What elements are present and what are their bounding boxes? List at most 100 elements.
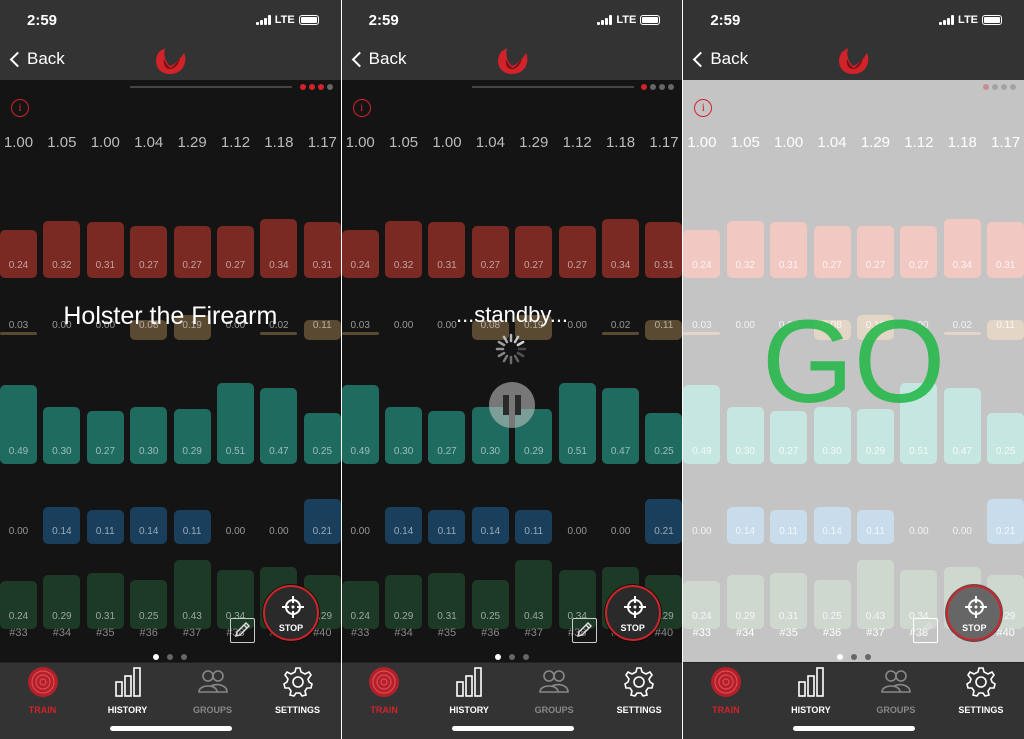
training-content: i 1.00 1.05 1.00 1.04 1.29 1.12 1.18 1.17 0.24 0…: [341, 80, 683, 662]
chevron-left-icon: [693, 51, 709, 67]
tab-groups[interactable]: GROUPS: [170, 666, 255, 715]
red-split-value: 0.31: [95, 260, 116, 271]
gear-icon: [965, 667, 996, 697]
red-split-value: 0.31: [995, 260, 1016, 271]
tab-groups[interactable]: GROUPS: [512, 666, 597, 715]
back-button[interactable]: Back: [350, 49, 407, 69]
stop-label: STOP: [278, 623, 304, 633]
status-right: LTE: [597, 14, 661, 26]
target-icon: [27, 667, 58, 697]
teal-split-value: 0.25: [312, 446, 333, 457]
tab-settings[interactable]: SETTINGS: [255, 666, 340, 715]
brand-logo: [839, 48, 869, 74]
info-icon[interactable]: i: [11, 99, 29, 117]
red-split-value: 0.34: [952, 260, 972, 271]
blue-split-value: 0.11: [95, 526, 115, 537]
ratio-value: 1.18: [605, 134, 636, 151]
teal-split-value: 0.30: [822, 446, 842, 457]
tab-groups[interactable]: GROUPS: [853, 666, 938, 715]
back-label: Back: [368, 49, 407, 68]
teal-split-value: 0.47: [610, 446, 631, 457]
blue-split-value: 0.00: [909, 526, 929, 537]
red-split-value: 0.27: [865, 260, 886, 271]
tab-settings[interactable]: SETTINGS: [597, 666, 682, 715]
edit-pencil-icon[interactable]: [571, 618, 597, 643]
ratio-row: 1.00 1.05 1.00 1.04 1.29 1.12 1.18 1.17: [0, 134, 341, 154]
ratio-value: 1.00: [90, 134, 120, 151]
teal-split-value: 0.47: [952, 446, 972, 457]
red-split-value: 0.27: [138, 260, 159, 271]
page-indicator: [0, 654, 341, 660]
red-split-value: 0.27: [182, 260, 202, 271]
ratio-value: 1.29: [519, 134, 549, 151]
red-split-value: 0.27: [480, 260, 501, 271]
tab-settings[interactable]: SETTINGS: [938, 666, 1023, 715]
shot-label: #33: [692, 627, 712, 639]
tab-history[interactable]: HISTORY: [427, 666, 512, 715]
signal-icon: [939, 15, 955, 25]
tab-history[interactable]: HISTORY: [768, 666, 853, 715]
tab-history-label: HISTORY: [791, 705, 831, 715]
brand-logo: [156, 48, 186, 74]
training-content: i 1.00 1.05 1.00 1.04 1.29 1.12 1.18 1.17 0.24 0…: [0, 80, 341, 662]
tab-train[interactable]: TRAIN: [342, 666, 427, 715]
tab-history[interactable]: HISTORY: [85, 666, 170, 715]
blue-split-bar: [987, 498, 1024, 544]
red-split-value: 0.32: [393, 260, 414, 271]
target-icon: [710, 667, 741, 697]
home-indicator: [451, 726, 574, 731]
blue-split-bar: [645, 498, 683, 544]
shot-label: #36: [481, 627, 500, 639]
teal-split-value: 0.49: [692, 446, 712, 457]
standby-message: ...standby...: [455, 302, 569, 327]
red-split-value: 0.32: [52, 260, 72, 271]
teal-split-value: 0.27: [95, 446, 116, 457]
shot-label: #34: [394, 627, 413, 639]
crosshair-icon: [965, 596, 988, 618]
teal-split-value: 0.29: [524, 446, 544, 457]
red-split-value: 0.32: [735, 260, 755, 271]
blue-split-value: 0.11: [437, 526, 457, 537]
ratio-value: 1.05: [730, 134, 760, 151]
info-icon[interactable]: i: [352, 99, 371, 117]
stop-button[interactable]: STOP: [263, 585, 319, 641]
blue-split-value: 0.00: [350, 526, 370, 537]
blue-split-value: 0.00: [225, 526, 246, 537]
tab-train[interactable]: TRAIN: [0, 666, 85, 715]
ratio-value: 1.29: [177, 134, 207, 151]
red-split-value: 0.31: [778, 260, 799, 271]
sequence-dot: [659, 84, 666, 90]
page-indicator: [342, 654, 683, 660]
tab-history-label: HISTORY: [107, 705, 148, 715]
tab-train-label: TRAIN: [370, 705, 398, 715]
ratio-value: 1.29: [860, 134, 891, 151]
bar-chart-icon: [114, 667, 141, 697]
sequence-progress-line: [130, 86, 292, 88]
status-bar: 2:59 LTE: [0, 0, 341, 40]
tab-train-label: TRAIN: [28, 705, 57, 715]
red-split-value: 0.27: [909, 260, 929, 271]
blue-split-value: 0.11: [524, 526, 544, 537]
stop-label: STOP: [962, 623, 987, 633]
red-split-value: 0.24: [692, 260, 712, 271]
users-icon: [881, 670, 911, 693]
info-icon[interactable]: i: [694, 99, 713, 117]
back-button[interactable]: Back: [691, 49, 748, 69]
network-label: LTE: [616, 14, 637, 26]
edit-pencil-icon[interactable]: [913, 618, 939, 643]
edit-pencil-icon[interactable]: [230, 618, 255, 643]
nav-bar: Back: [0, 40, 341, 80]
ratio-value: 1.05: [47, 134, 77, 151]
ratio-value: 1.00: [687, 134, 717, 151]
ratio-value: 1.12: [904, 134, 934, 151]
stop-button[interactable]: STOP: [604, 585, 661, 641]
tab-train[interactable]: TRAIN: [683, 666, 768, 715]
stop-button[interactable]: STOP: [946, 585, 1003, 641]
teal-split-value: 0.29: [182, 446, 202, 457]
phone-standby: 2:59 LTE Back i 1.00 1.05 1.00 1.04 1.29 1.12…: [341, 0, 683, 739]
ratio-value: 1.12: [562, 134, 592, 151]
users-icon: [539, 670, 569, 693]
pause-button[interactable]: [488, 382, 535, 428]
green-split-value: 0.29: [52, 611, 72, 622]
back-button[interactable]: Back: [8, 49, 65, 69]
